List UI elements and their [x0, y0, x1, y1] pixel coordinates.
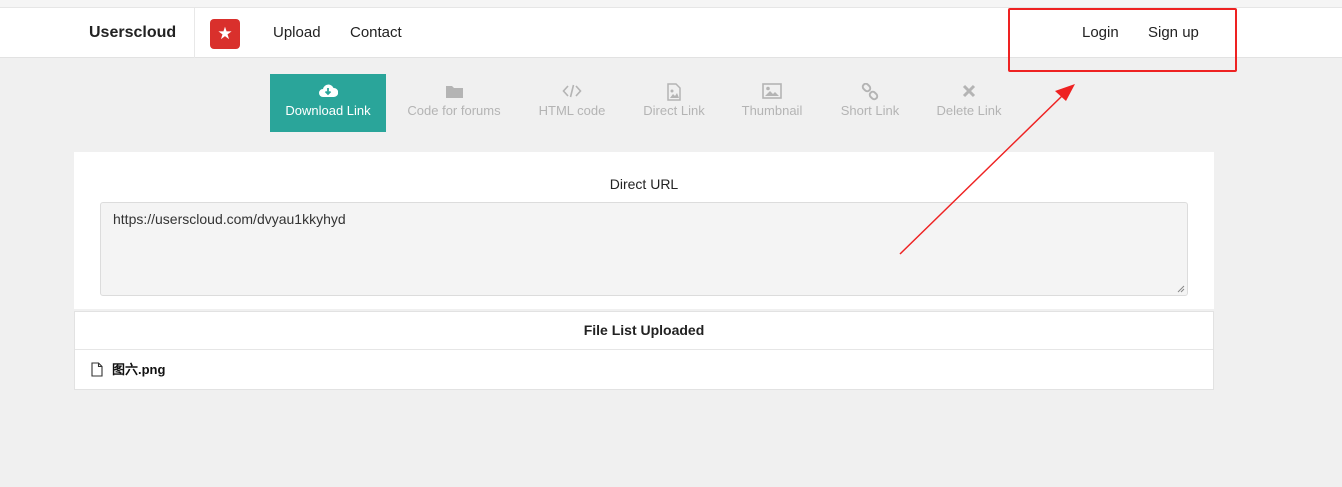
annotation-arrow [899, 84, 1075, 255]
